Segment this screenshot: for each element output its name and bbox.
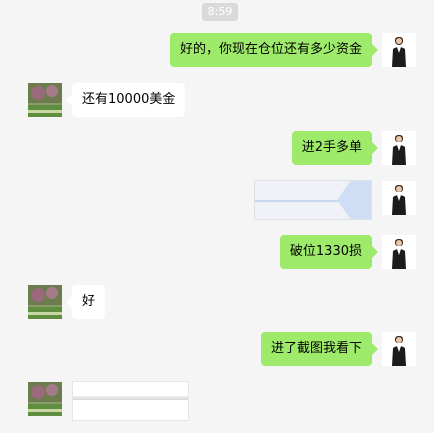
- image-arrow-shape: [337, 181, 371, 219]
- user-avatar[interactable]: [382, 33, 416, 67]
- message-bubble[interactable]: 还有10000美金: [65, 83, 186, 117]
- user-avatar[interactable]: [382, 332, 416, 366]
- contact-avatar[interactable]: [28, 382, 62, 416]
- message-bubble[interactable]: 进2手多单: [291, 131, 379, 165]
- contact-avatar[interactable]: [28, 83, 62, 117]
- message-bubble[interactable]: 好的，你现在仓位还有多少资金: [169, 33, 379, 67]
- image-message[interactable]: [72, 381, 189, 421]
- chat-message: 进了截图我看下: [0, 331, 434, 367]
- chat-message: 破位1330损: [0, 234, 434, 270]
- chat-message: 进2手多单: [0, 130, 434, 166]
- message-bubble[interactable]: 进了截图我看下: [260, 332, 379, 366]
- chat-message: [0, 381, 434, 425]
- user-avatar[interactable]: [382, 181, 416, 215]
- chat-message: 好: [0, 284, 434, 320]
- user-avatar[interactable]: [382, 131, 416, 165]
- chat-message: 好的，你现在仓位还有多少资金: [0, 32, 434, 68]
- image-bar: [73, 396, 188, 400]
- contact-avatar[interactable]: [28, 285, 62, 319]
- message-bubble[interactable]: 好: [65, 285, 106, 319]
- message-timestamp: 8:59: [202, 3, 238, 21]
- chat-message: 还有10000美金: [0, 82, 434, 118]
- chat-message: [0, 180, 434, 220]
- image-message[interactable]: [254, 180, 372, 220]
- message-bubble[interactable]: 破位1330损: [279, 235, 379, 269]
- user-avatar[interactable]: [382, 235, 416, 269]
